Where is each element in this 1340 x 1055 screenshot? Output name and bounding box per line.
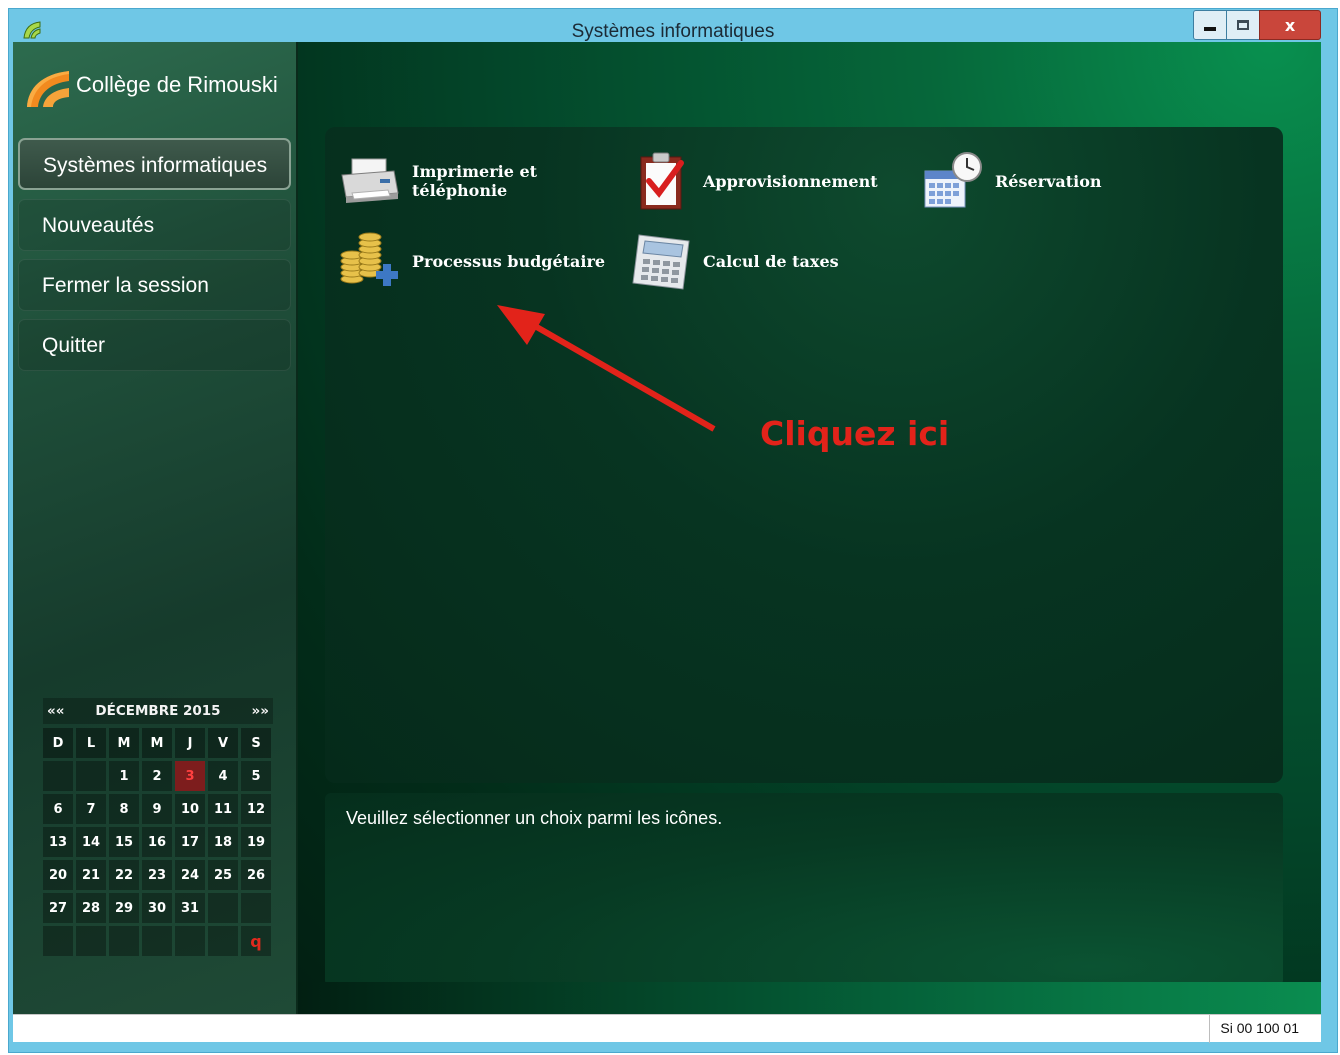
calendar-empty-cell <box>142 926 172 956</box>
calendar-day[interactable]: 22 <box>109 860 139 890</box>
calendar-day[interactable]: 28 <box>76 893 106 923</box>
calendar-prev-button[interactable]: «« <box>47 703 64 719</box>
calendar-header: «« DÉCEMBRE 2015 »» <box>43 698 273 724</box>
app-label-line2: téléphonie <box>412 181 508 200</box>
calendar-weekday: J <box>175 728 205 758</box>
calendar-day[interactable]: 14 <box>76 827 106 857</box>
close-button[interactable]: x <box>1259 10 1321 40</box>
calendar-day[interactable]: 20 <box>43 860 73 890</box>
calendar-empty-cell <box>208 893 238 923</box>
calendar-weekday: S <box>241 728 271 758</box>
calendar-empty-cell <box>43 761 73 791</box>
calendar-empty-cell <box>109 926 139 956</box>
maximize-icon <box>1237 20 1249 30</box>
calendar-month-label: DÉCEMBRE 2015 <box>95 703 221 719</box>
calendar-empty-cell <box>76 761 106 791</box>
calendar-day[interactable]: 29 <box>109 893 139 923</box>
calendar-day[interactable]: 6 <box>43 794 73 824</box>
clipboard-check-icon <box>640 152 684 210</box>
message-panel: Veuillez sélectionner un choix parmi les… <box>325 793 1283 986</box>
calendar-day[interactable]: 23 <box>142 860 172 890</box>
calendar-day[interactable]: 27 <box>43 893 73 923</box>
calendar-day[interactable]: 19 <box>241 827 271 857</box>
app-icon-panel: Imprimerie et téléphonie Approvisionneme… <box>325 127 1283 783</box>
app-label: Processus budgétaire <box>412 251 606 271</box>
close-icon: x <box>1284 15 1296 35</box>
window-title: Systèmes informatiques <box>571 21 775 42</box>
calendar-day[interactable]: 18 <box>208 827 238 857</box>
calendar-day[interactable]: 21 <box>76 860 106 890</box>
calendar-empty-cell <box>175 926 205 956</box>
calculator-icon <box>632 234 690 290</box>
annotation-label: Cliquez ici <box>760 414 950 453</box>
nav-systemes-informatiques[interactable]: Systèmes informatiques <box>18 138 291 190</box>
app-reservation[interactable]: Réservation <box>921 149 1102 213</box>
client-area: Collège de Rimouski Systèmes informatiqu… <box>13 42 1321 1036</box>
calendar-day[interactable]: 15 <box>109 827 139 857</box>
calendar-day[interactable]: 16 <box>142 827 172 857</box>
calendar-empty-cell <box>208 926 238 956</box>
status-code: Si 00 100 01 <box>1209 1015 1309 1043</box>
app-approvisionnement[interactable]: Approvisionnement <box>629 149 878 213</box>
calendar-day[interactable]: 1 <box>109 761 139 791</box>
calendar: «« DÉCEMBRE 2015 »» D L M M J V S 1 2 3 4 5 6 7 8 9 10 11… <box>43 698 273 956</box>
calendar-weekday: M <box>109 728 139 758</box>
calendar-clock-icon <box>924 152 982 208</box>
calendar-weekday: D <box>43 728 73 758</box>
calendar-day[interactable]: 10 <box>175 794 205 824</box>
calendar-next-button[interactable]: »» <box>252 703 269 719</box>
printer-icon <box>341 158 399 203</box>
calendar-day[interactable]: 7 <box>76 794 106 824</box>
nav-fermer-session[interactable]: Fermer la session <box>18 259 291 311</box>
calendar-day[interactable]: 24 <box>175 860 205 890</box>
calendar-day[interactable]: 2 <box>142 761 172 791</box>
calendar-empty-cell <box>241 893 271 923</box>
calendar-day[interactable]: 30 <box>142 893 172 923</box>
main-bottom-band <box>298 982 1321 1014</box>
status-message: Veuillez sélectionner un choix parmi les… <box>346 808 723 828</box>
calendar-empty-cell <box>43 926 73 956</box>
app-label: Calcul de taxes <box>703 251 839 271</box>
app-processus-budgetaire[interactable]: Processus budgétaire <box>338 229 605 293</box>
calendar-day-today[interactable]: 3 <box>175 761 205 791</box>
calendar-day[interactable]: 31 <box>175 893 205 923</box>
minimize-button[interactable] <box>1193 10 1227 40</box>
calendar-day[interactable]: 8 <box>109 794 139 824</box>
calendar-day[interactable]: 11 <box>208 794 238 824</box>
minimize-icon <box>1204 27 1216 31</box>
app-calcul-de-taxes[interactable]: Calcul de taxes <box>629 229 839 293</box>
calendar-grid: D L M M J V S 1 2 3 4 5 6 7 8 9 10 11 12 13 14 15 16 17 18 19 20 21… <box>43 728 273 956</box>
maximize-button[interactable] <box>1226 10 1260 40</box>
nav-quitter[interactable]: Quitter <box>18 319 291 371</box>
app-label: Réservation <box>995 171 1102 191</box>
calendar-day[interactable]: 17 <box>175 827 205 857</box>
coins-plus-icon <box>340 232 398 286</box>
calendar-day[interactable]: 4 <box>208 761 238 791</box>
calendar-weekday: M <box>142 728 172 758</box>
calendar-marker: q <box>241 926 271 956</box>
main-area: Imprimerie et téléphonie Approvisionneme… <box>298 42 1321 1014</box>
calendar-day[interactable]: 26 <box>241 860 271 890</box>
sidebar: Collège de Rimouski Systèmes informatiqu… <box>13 42 297 1014</box>
app-label-line1: Imprimerie et <box>412 162 538 181</box>
calendar-day[interactable]: 9 <box>142 794 172 824</box>
nav-nouveautes[interactable]: Nouveautés <box>18 199 291 251</box>
calendar-weekday: L <box>76 728 106 758</box>
college-name: Collège de Rimouski <box>76 72 278 97</box>
calendar-day[interactable]: 13 <box>43 827 73 857</box>
calendar-day[interactable]: 12 <box>241 794 271 824</box>
college-logo-icon <box>27 71 69 107</box>
calendar-day[interactable]: 5 <box>241 761 271 791</box>
app-label: Approvisionnement <box>703 171 878 191</box>
status-bar: Si 00 100 01 <box>13 1014 1321 1043</box>
app-imprimerie-telephonie[interactable]: Imprimerie et téléphonie <box>338 149 537 213</box>
calendar-day[interactable]: 25 <box>208 860 238 890</box>
calendar-empty-cell <box>76 926 106 956</box>
calendar-weekday: V <box>208 728 238 758</box>
